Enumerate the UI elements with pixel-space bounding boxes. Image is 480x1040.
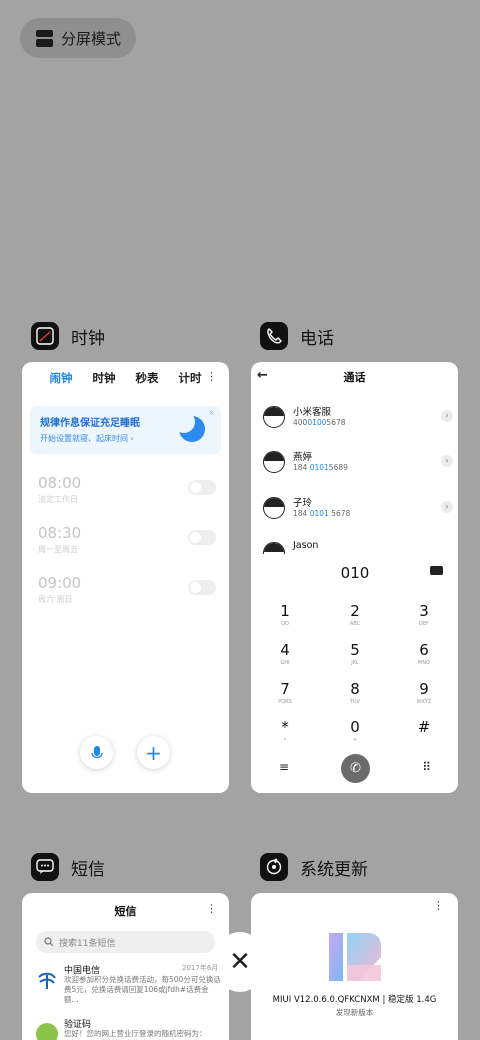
dial-key-9[interactable]: 9 WXYZ [404,680,444,705]
voice-button[interactable] [80,736,113,769]
sms-app-name: 短信 [71,859,105,880]
alarm-item[interactable]: 08:30 周一至周五 [38,524,216,555]
dial-key-0[interactable]: 0 + [335,718,375,743]
phone-title: 通话 [343,371,366,384]
clock-app-card[interactable]: 闹钟 时钟 秒表 计时 ⋮ 规律作息保证充足睡眠 开始设置就寝、起床时间 › ×… [22,362,229,793]
backspace-icon[interactable] [430,566,443,575]
close-icon[interactable]: × [208,408,215,417]
microphone-icon [90,745,103,758]
alarm-label: 周一至周五 [38,545,78,554]
sms-title: 短信 [114,905,137,918]
sleep-banner[interactable]: 规律作息保证充足睡眠 开始设置就寝、起床时间 › × [30,406,221,454]
split-screen-icon [36,29,53,47]
contact-name: Jason [293,540,319,551]
moon-icon [173,411,205,442]
avatar [263,451,285,473]
chevron-right-icon[interactable]: › [441,455,453,467]
sms-preview: 欢迎参加积分兑换话费活动，每500分可兑换话费5元，兑换话费请回复106或jfd… [64,975,221,1004]
tab-timer[interactable]: 计时 [179,370,202,386]
more-icon[interactable]: ⋮ [433,899,444,912]
verification-code-icon [36,1023,58,1040]
dial-key-hash[interactable]: # [404,718,444,737]
menu-icon[interactable]: ≡ [279,760,289,774]
back-arrow-icon[interactable]: ← [257,368,268,383]
sms-app-card[interactable]: 短信 ⋮ 搜索11条短信 中国电信 2017年6月30 欢迎参加积分兑换话费活动… [22,893,229,1040]
update-app-name: 系统更新 [300,859,368,880]
contact-number: 40001005678 [293,418,346,427]
search-icon [44,937,54,947]
dial-key-2[interactable]: 2 ABC [335,602,375,627]
alarm-label: 周六 周日 [38,595,73,604]
search-placeholder: 搜索11条短信 [59,938,116,949]
avatar [263,497,285,519]
search-input[interactable]: 搜索11条短信 [36,931,215,953]
contact-number: 184 01015689 [293,463,348,472]
contact-row[interactable]: 燕婷 184 01015689 › [263,447,453,479]
alarm-item[interactable]: 08:00 法定工作日 [38,474,216,505]
chevron-right-icon[interactable]: › [441,410,453,422]
split-screen-label: 分屏模式 [61,29,122,48]
alarm-toggle[interactable] [188,580,216,595]
dial-key-4[interactable]: 4 GHI [265,641,305,666]
chevron-right-icon[interactable]: › [441,501,453,513]
update-version: MIUI V12.0.6.0.QFKCNXM | 稳定版 1.4G [272,995,437,1005]
dialpad: 010 1 QO 2 ABC 3 DEF 4 GHI 5 JKL 6 MNO 7 PQRS 8… [251,554,458,793]
more-icon[interactable]: ⋮ [206,370,217,383]
list-item[interactable]: 验证码 您好！您的网上营业厅登录的随机密码为：710679，有效期30分钟... [36,1017,222,1040]
dial-key-star[interactable]: * • [265,718,305,743]
dial-key-6[interactable]: 6 MNO [404,641,444,666]
phone-app-header[interactable]: 电话 [260,322,334,350]
dial-key-5[interactable]: 5 JKL [335,641,375,666]
clock-tabs: 闹钟 时钟 秒表 计时 [22,362,229,386]
add-alarm-button[interactable]: + [137,736,170,769]
call-button[interactable]: ✆ [341,754,370,783]
clear-all-button[interactable]: ✕ [218,932,262,992]
list-item[interactable]: 中国电信 2017年6月30 欢迎参加积分兑换话费活动，每500分可兑换话费5元… [36,963,227,1004]
dial-key-7[interactable]: 7 PQRS [265,680,305,705]
tab-alarm[interactable]: 闹钟 [50,370,73,386]
alarm-toggle[interactable] [188,530,216,545]
plus-icon: + [145,740,162,765]
contact-row[interactable]: 小米客服 40001005678 › [263,402,453,434]
contact-name: 小米客服 [293,407,332,418]
clock-app-header[interactable]: 时钟 [31,322,105,350]
update-subtitle: 发现新版本 [335,1008,374,1017]
phone-app-name: 电话 [300,328,334,349]
phone-app-card[interactable]: ← 通话 小米客服 40001005678 › 燕婷 184 01015689 … [251,362,458,793]
contact-name: 燕婷 [293,452,313,463]
sms-app-header[interactable]: 短信 [31,853,105,881]
avatar [263,406,285,428]
update-app-header[interactable]: 系统更新 [260,853,368,881]
dial-key-3[interactable]: 3 DEF [404,602,444,627]
sms-app-icon [31,853,59,881]
more-icon[interactable]: ⋮ [206,902,217,915]
dial-key-1[interactable]: 1 QO [265,602,305,627]
contact-row[interactable]: 子玲 184 0101 5678 › [263,493,453,525]
update-app-icon [260,853,288,881]
update-app-card[interactable]: ⋮ MIUI V12.0.6.0.QFKCNXM | 稳定版 1.4G 发现新版… [251,893,458,1040]
china-telecom-logo-icon [36,969,58,991]
miui-12-logo-icon [329,931,381,983]
clock-app-icon [31,322,59,350]
dialed-number: 010 [340,564,370,582]
phone-top-bar: ← 通话 [251,362,458,392]
tab-stopwatch[interactable]: 秒表 [136,370,159,386]
alarm-item[interactable]: 09:00 周六 周日 [38,574,216,605]
dial-key-8[interactable]: 8 TUV [335,680,375,705]
split-screen-button[interactable]: 分屏模式 [20,18,136,58]
alarm-label: 法定工作日 [38,495,78,504]
dialpad-toggle-icon[interactable]: ⠿ [422,760,431,774]
phone-icon: ✆ [350,761,361,776]
clock-app-name: 时钟 [71,328,105,349]
tab-clock[interactable]: 时钟 [93,370,116,386]
contact-name: 子玲 [293,498,313,509]
phone-app-icon [260,322,288,350]
alarm-toggle[interactable] [188,480,216,495]
contact-number: 184 0101 5678 [293,509,351,518]
sms-preview: 您好！您的网上营业厅登录的随机密码为：710679，有效期30分钟... [64,1029,207,1040]
close-icon: ✕ [229,947,251,977]
